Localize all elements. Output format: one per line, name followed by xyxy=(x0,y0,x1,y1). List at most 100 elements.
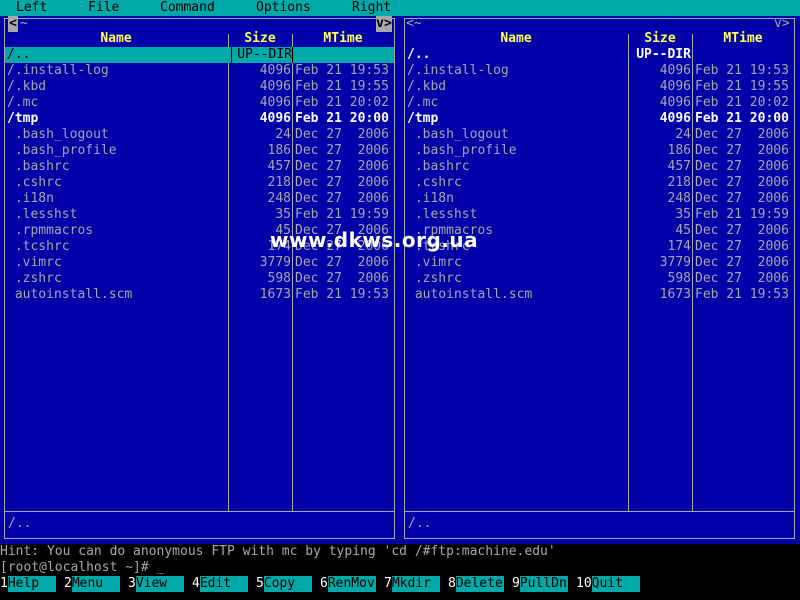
file-size: 186 xyxy=(667,143,691,158)
fkey-number: 2 xyxy=(64,576,72,591)
right-file-row[interactable]: /.mc 4096 Feb 21 20:02 xyxy=(405,95,794,111)
file-name: .i18n xyxy=(7,191,54,206)
left-file-row[interactable]: /.mc 4096 Feb 21 20:02 xyxy=(5,95,394,111)
fkey-menu[interactable]: 2Menu xyxy=(64,576,120,592)
left-header-name[interactable]: Name xyxy=(6,31,226,47)
file-size: 4096 xyxy=(659,79,691,94)
right-file-row[interactable]: /.kbd 4096 Feb 21 19:55 xyxy=(405,79,794,95)
file-size: 598 xyxy=(267,271,291,286)
menu-right[interactable]: Right xyxy=(352,0,391,16)
fkey-label: Delete xyxy=(455,576,504,592)
file-name: /.. xyxy=(407,47,431,62)
right-header-size[interactable]: Size xyxy=(630,31,690,47)
file-mtime: Feb 21 20:00 xyxy=(695,111,789,126)
file-size: 4096 xyxy=(659,111,691,126)
file-name: .bashrc xyxy=(7,159,70,174)
right-panel[interactable]: <~ v> Name Size MTime /.. UP--DIR/.instal… xyxy=(400,16,800,544)
left-file-row[interactable]: .i18n 248 Dec 27 2006 xyxy=(5,191,394,207)
right-header-name[interactable]: Name xyxy=(406,31,626,47)
left-file-row[interactable]: .lesshst 35 Feb 21 19:59 xyxy=(5,207,394,223)
fkey-quit[interactable]: 10Quit xyxy=(576,576,640,592)
left-header-size[interactable]: Size xyxy=(230,31,290,47)
left-file-row[interactable]: .bash_profile 186 Dec 27 2006 xyxy=(5,143,394,159)
left-file-row[interactable]: .zshrc 598 Dec 27 2006 xyxy=(5,271,394,287)
fkey-pulldn[interactable]: 9PullDn xyxy=(512,576,568,592)
file-name: /.install-log xyxy=(7,63,109,78)
left-file-row[interactable]: .cshrc 218 Dec 27 2006 xyxy=(5,175,394,191)
fkey-help[interactable]: 1Help xyxy=(0,576,56,592)
left-status-sep xyxy=(4,511,395,512)
file-mtime: Feb 21 19:55 xyxy=(695,79,789,94)
fkey-label: PullDn xyxy=(519,576,568,592)
file-size: 24 xyxy=(675,127,691,142)
right-file-row[interactable]: /.. UP--DIR xyxy=(405,47,794,63)
fkey-number: 5 xyxy=(256,576,264,591)
left-file-row[interactable]: .bash_logout 24 Dec 27 2006 xyxy=(5,127,394,143)
fkey-label: View xyxy=(135,576,184,592)
file-mtime: Dec 27 2006 xyxy=(695,271,789,286)
file-mtime: Dec 27 2006 xyxy=(695,143,789,158)
fkey-delete[interactable]: 8Delete xyxy=(448,576,504,592)
fkey-label: Copy xyxy=(263,576,312,592)
right-file-row[interactable]: .lesshst 35 Feb 21 19:59 xyxy=(405,207,794,223)
left-file-row[interactable]: /tmp 4096 Feb 21 20:00 xyxy=(5,111,394,127)
left-file-row[interactable]: /.install-log 4096 Feb 21 19:53 xyxy=(5,63,394,79)
left-dir-list-button[interactable]: v> xyxy=(376,16,392,32)
menu-left[interactable]: Left xyxy=(16,0,47,16)
watermark-text: www.dkws.org.ua xyxy=(270,228,479,252)
fkey-edit[interactable]: 4Edit xyxy=(192,576,248,592)
file-mtime: Dec 27 2006 xyxy=(295,271,389,286)
right-header-mtime[interactable]: MTime xyxy=(694,31,792,47)
file-mtime: Feb 21 20:02 xyxy=(295,95,389,110)
left-file-row[interactable]: /.kbd 4096 Feb 21 19:55 xyxy=(5,79,394,95)
right-file-row[interactable]: .bashrc 457 Dec 27 2006 xyxy=(405,159,794,175)
left-file-row[interactable]: autoinstall.scm 1673 Feb 21 19:53 xyxy=(5,287,394,303)
file-name: .vimrc xyxy=(7,255,62,270)
right-history-button[interactable]: <~ xyxy=(406,16,422,32)
fkey-label: Menu xyxy=(71,576,120,592)
left-panel[interactable]: < ~ v> Name Size MTime /.. UP--DIR/.insta… xyxy=(0,16,400,544)
menu-file[interactable]: File xyxy=(88,0,119,16)
left-file-row[interactable]: /.. UP--DIR xyxy=(5,47,394,63)
command-prompt[interactable]: [root@localhost ~]# _ xyxy=(0,560,800,576)
menu-command[interactable]: Command xyxy=(160,0,215,16)
file-size: 4096 xyxy=(659,95,691,110)
fkey-copy[interactable]: 5Copy xyxy=(256,576,312,592)
right-file-row[interactable]: .cshrc 218 Dec 27 2006 xyxy=(405,175,794,191)
fkey-label: RenMov xyxy=(327,576,376,592)
left-history-button[interactable]: < xyxy=(8,16,18,32)
right-file-list: /.. UP--DIR/.install-log 4096 Feb 21 19:53/… xyxy=(405,47,794,303)
left-header-mtime[interactable]: MTime xyxy=(294,31,392,47)
file-mtime: Dec 27 2006 xyxy=(695,191,789,206)
left-file-row[interactable]: .vimrc 3779 Dec 27 2006 xyxy=(5,255,394,271)
right-file-row[interactable]: .zshrc 598 Dec 27 2006 xyxy=(405,271,794,287)
file-mtime: Feb 21 19:59 xyxy=(295,207,389,222)
file-name: .bashrc xyxy=(407,159,470,174)
file-name: .i18n xyxy=(407,191,454,206)
left-file-row[interactable]: .bashrc 457 Dec 27 2006 xyxy=(5,159,394,175)
right-file-row[interactable]: .bash_logout 24 Dec 27 2006 xyxy=(405,127,794,143)
file-mtime: Feb 21 19:53 xyxy=(695,287,789,302)
file-name: .tcshrc xyxy=(7,239,70,254)
fkey-renmov[interactable]: 6RenMov xyxy=(320,576,376,592)
right-file-row[interactable]: .bash_profile 186 Dec 27 2006 xyxy=(405,143,794,159)
right-file-row[interactable]: .vimrc 3779 Dec 27 2006 xyxy=(405,255,794,271)
right-file-row[interactable]: .i18n 248 Dec 27 2006 xyxy=(405,191,794,207)
fkey-mkdir[interactable]: 7Mkdir xyxy=(384,576,440,592)
right-dir-list-button[interactable]: v> xyxy=(774,16,790,32)
file-size: 1673 xyxy=(259,287,291,302)
file-size: 45 xyxy=(675,223,691,238)
right-file-row[interactable]: autoinstall.scm 1673 Feb 21 19:53 xyxy=(405,287,794,303)
file-mtime: Feb 21 19:55 xyxy=(295,79,389,94)
menu-options[interactable]: Options xyxy=(256,0,311,16)
right-file-row[interactable]: /.install-log 4096 Feb 21 19:53 xyxy=(405,63,794,79)
file-size: 598 xyxy=(667,271,691,286)
file-mtime: Dec 27 2006 xyxy=(295,255,389,270)
file-size: 218 xyxy=(667,175,691,190)
file-name: .zshrc xyxy=(7,271,62,286)
right-file-row[interactable]: /tmp 4096 Feb 21 20:00 xyxy=(405,111,794,127)
fkey-view[interactable]: 3View xyxy=(128,576,184,592)
file-name: /tmp xyxy=(407,111,439,126)
file-size: 24 xyxy=(275,127,291,142)
file-name: .cshrc xyxy=(7,175,62,190)
